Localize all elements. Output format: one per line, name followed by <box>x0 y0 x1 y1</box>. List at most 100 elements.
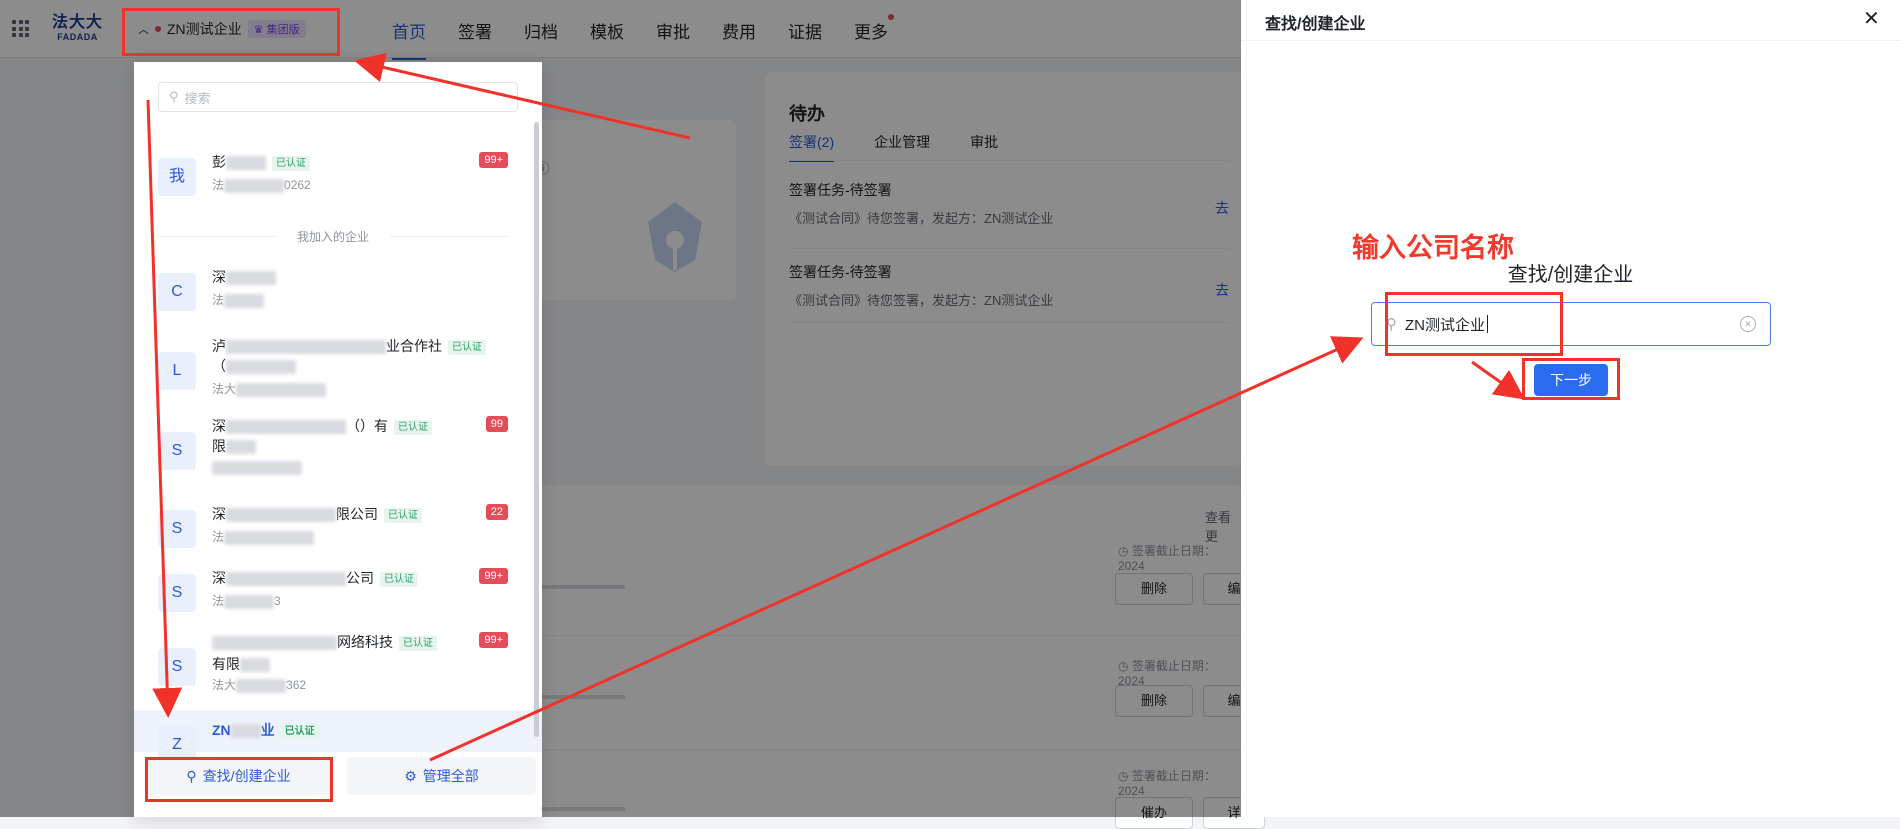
redacted-text <box>226 420 346 435</box>
clear-icon[interactable]: ✕ <box>1740 316 1756 332</box>
redacted-text <box>226 572 346 587</box>
todo-count-badge: 22 <box>485 504 508 520</box>
search-placeholder: 搜索 <box>184 90 211 106</box>
enterprise-name-text: 限 <box>212 438 226 454</box>
enterprise-item[interactable]: C 深 法 <box>158 267 508 317</box>
find-create-drawer: 查找/创建企业 ✕ 查找/创建企业 ⚲ ZN测试企业 ✕ 下一步 <box>1241 0 1900 817</box>
redacted-text <box>226 156 266 171</box>
account-id-text: 法 <box>212 178 225 192</box>
verified-badge: 已认证 <box>448 339 486 355</box>
redacted-text <box>226 340 386 355</box>
enterprise-account-id: 法3 <box>212 592 281 609</box>
account-id-text: 法大 <box>212 382 237 396</box>
enterprise-item-personal[interactable]: 我 彭 已认证 法 0262 99+ <box>158 152 508 202</box>
annotation-box-next <box>1522 358 1620 400</box>
enterprise-name-line2: 限 <box>212 436 256 456</box>
account-id-text: 法 <box>212 530 225 544</box>
account-id-suffix: 0262 <box>284 178 311 192</box>
enterprise-item-selected[interactable]: Z ZN 业已认证 <box>134 710 542 764</box>
todo-count-badge: 99+ <box>479 632 508 648</box>
verified-badge: 已认证 <box>280 723 319 739</box>
enterprise-name: 泸 业合作社 已认证 <box>212 336 486 356</box>
redacted-text <box>224 293 265 308</box>
enterprise-name-text: 有限 <box>212 656 240 672</box>
divider-label: 我加入的企业 <box>296 230 369 244</box>
enterprise-search-input[interactable]: ⚲ 搜索 <box>158 82 518 112</box>
enterprise-item[interactable]: S 深 （）有 已认证 限 99 <box>158 416 508 486</box>
enterprise-name: 深 <box>212 267 276 287</box>
account-id-suffix: 3 <box>274 594 281 608</box>
enterprise-account-id: 法 <box>212 291 265 308</box>
enterprise-name: 网络科技 已认证 <box>212 632 437 652</box>
enterprise-name-text: 业 <box>260 722 275 738</box>
verified-badge: 已认证 <box>384 507 422 523</box>
annotation-box-enterprise-switcher <box>122 8 340 56</box>
redacted-text <box>236 382 327 397</box>
verified-badge: 已认证 <box>399 635 437 651</box>
enterprise-item[interactable]: L 泸 业合作社 已认证 （ 法大 <box>158 336 508 406</box>
enterprise-name: 深 限公司 已认证 <box>212 504 422 524</box>
gear-icon: ⚙ <box>404 767 417 784</box>
enterprise-name-text: ZN <box>212 722 231 738</box>
redacted-text <box>212 636 337 651</box>
enterprise-account-id <box>212 460 302 475</box>
enterprise-name-text: 深 <box>212 418 226 434</box>
avatar: S <box>158 432 196 470</box>
manage-all-button[interactable]: ⚙ 管理全部 <box>347 757 536 795</box>
avatar: C <box>158 273 196 311</box>
enterprise-name-text: 网络科技 <box>337 634 393 650</box>
redacted-text <box>224 530 315 545</box>
verified-badge: 已认证 <box>272 155 310 171</box>
manage-all-label: 管理全部 <box>422 768 479 784</box>
enterprise-dropdown: ⚲ 搜索 我 彭已认证 法 0262 99+ 我加入的企业 C 深 法 L 泸业合… <box>134 62 542 817</box>
enterprise-name: 深 （）有 已认证 <box>212 416 432 436</box>
verified-badge: 已认证 <box>394 419 432 435</box>
search-icon: ⚲ <box>169 89 179 104</box>
enterprise-name-text: （ <box>212 358 226 374</box>
enterprise-item[interactable]: S 深公司 已认证 法3 99+ <box>158 568 508 618</box>
enterprise-item[interactable]: S 深 限公司 已认证 法 22 <box>158 504 508 554</box>
drawer-title: 查找/创建企业 <box>1507 264 1634 286</box>
enterprise-name-line2: 有限 <box>212 654 270 674</box>
avatar: S <box>158 648 196 686</box>
dropdown-scrollbar[interactable] <box>534 122 539 737</box>
annotation-box-find-create <box>145 757 333 802</box>
enterprise-item[interactable]: S 网络科技 已认证 有限 法大 362 99+ <box>158 632 508 702</box>
header-divider <box>1241 40 1900 41</box>
redacted-text <box>212 460 302 475</box>
close-icon[interactable]: ✕ <box>1863 6 1880 31</box>
enterprise-name: ZN 业已认证 <box>212 720 319 740</box>
enterprise-name-text: 业合作社 <box>386 338 442 354</box>
enterprise-name-text: 深 <box>212 570 226 586</box>
todo-count-badge: 99+ <box>479 568 508 584</box>
todo-count-badge: 99+ <box>479 152 508 168</box>
enterprise-name-text: 公司 <box>346 570 374 586</box>
enterprise-name-text: 彭 <box>212 154 226 170</box>
redacted-text <box>226 360 296 375</box>
annotation-box-input <box>1385 292 1563 356</box>
enterprise-account-id: 法大 362 <box>212 676 306 693</box>
redacted-text <box>240 658 270 673</box>
redacted-text <box>230 724 261 739</box>
enterprise-account-id: 法大 <box>212 380 327 397</box>
enterprise-name-text: 深 <box>212 269 226 285</box>
enterprise-name-text: 深 <box>212 506 226 522</box>
redacted-text <box>226 508 336 523</box>
enterprise-name-text: （）有 <box>346 418 388 434</box>
enterprise-name: 深 公司 已认证 <box>212 568 418 588</box>
avatar: L <box>158 352 196 390</box>
verified-badge: 已认证 <box>380 571 418 587</box>
account-id-text: 法 <box>212 293 225 307</box>
enterprise-name: 彭 已认证 <box>212 152 310 172</box>
avatar: S <box>158 510 196 548</box>
joined-enterprises-divider: 我加入的企业 <box>158 228 508 245</box>
redacted-text <box>224 178 285 193</box>
enterprise-name-text: 泸 <box>212 338 226 354</box>
account-id-text: 法大 <box>212 678 237 692</box>
account-id-suffix: 362 <box>286 678 307 692</box>
drawer-header-title: 查找/创建企业 <box>1265 16 1366 33</box>
redacted-text <box>226 271 276 286</box>
redacted-text <box>236 678 287 693</box>
avatar: 我 <box>158 158 196 196</box>
enterprise-account-id: 法 0262 <box>212 176 311 193</box>
